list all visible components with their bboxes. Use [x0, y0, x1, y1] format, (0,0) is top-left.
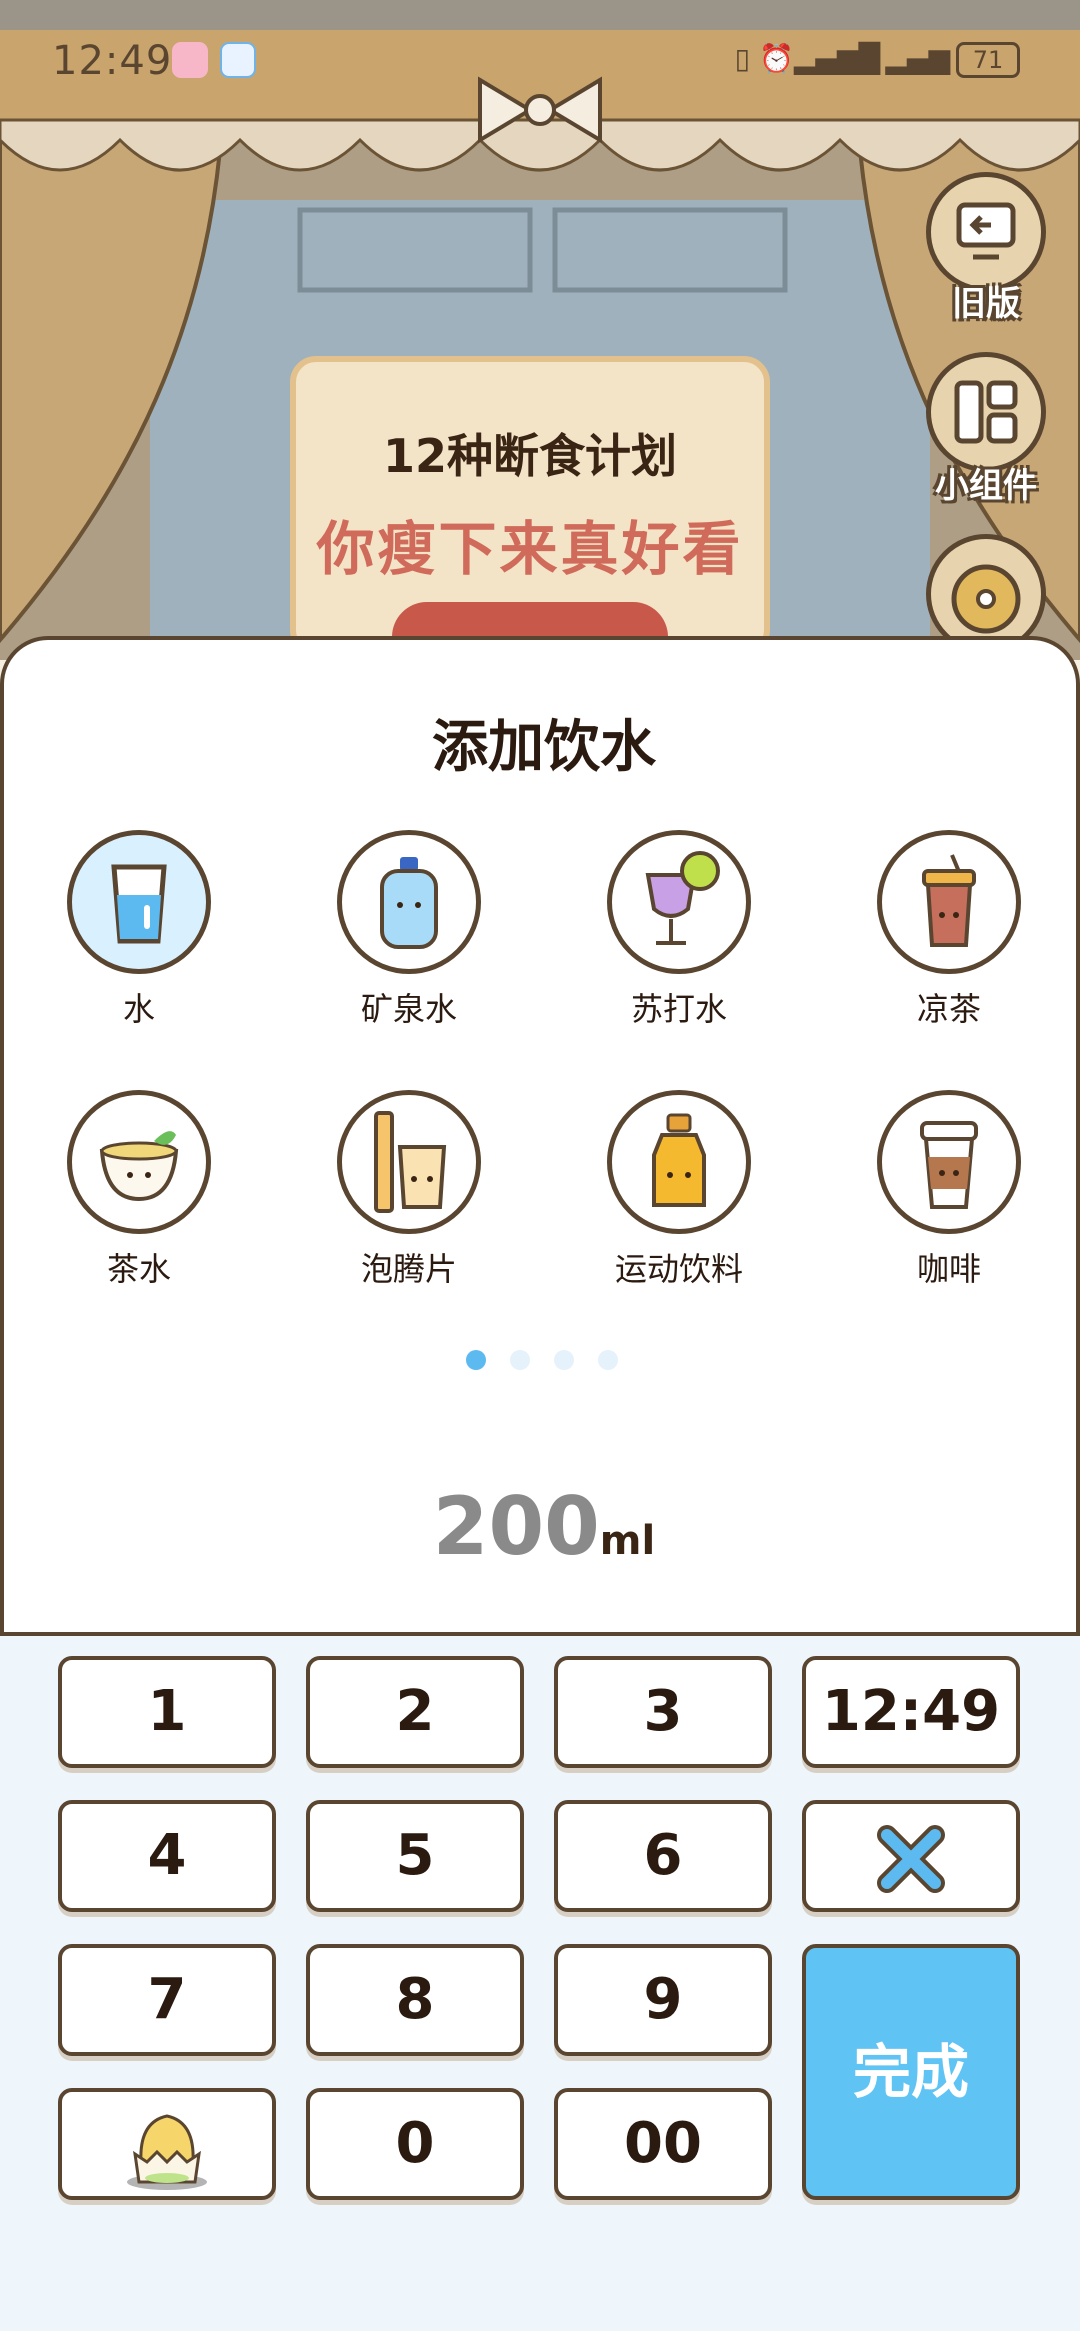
status-time: 12:49: [52, 38, 173, 84]
drink-herbal-tea[interactable]: 凉茶: [839, 830, 1059, 1030]
sheet-title: 添加饮水: [432, 715, 656, 780]
drink-label: 凉茶: [916, 990, 981, 1028]
drink-effervescent[interactable]: 泡腾片: [299, 1090, 519, 1290]
key-2[interactable]: 2: [306, 1656, 524, 1768]
status-bar: 12:49 ▯ ⏰ ▂▄▆█ ▂▄▆ 71: [0, 30, 1080, 90]
coffee-cup-icon: [920, 1121, 978, 1209]
widget-grid-icon: [954, 380, 1018, 444]
add-water-sheet: 添加饮水 水 矿泉水 苏打水 凉茶 茶水 泡腾片 运动饮料 咖啡 200ml: [0, 636, 1080, 1636]
key-6[interactable]: 6: [554, 1800, 772, 1912]
drink-label: 泡腾片: [360, 1250, 457, 1288]
key-3[interactable]: 3: [554, 1656, 772, 1768]
drink-label: 苏打水: [630, 990, 727, 1028]
drink-label: 水: [122, 990, 155, 1028]
done-button[interactable]: 完成: [802, 1944, 1020, 2200]
drink-coffee[interactable]: 咖啡: [839, 1090, 1059, 1290]
signal-2-icon: ▂▄▆: [885, 42, 950, 75]
drink-label: 茶水: [106, 1250, 171, 1288]
page-dot[interactable]: [510, 1350, 530, 1370]
chat-app-icon: [220, 42, 256, 78]
monitor-back-icon: [956, 202, 1016, 260]
drink-label: 矿泉水: [360, 990, 457, 1028]
page-dot[interactable]: [554, 1350, 574, 1370]
herbal-tea-cup-icon: [922, 854, 976, 947]
drink-label: 运动饮料: [614, 1250, 743, 1288]
wheel-icon: [951, 564, 1021, 634]
drink-mineral-water[interactable]: 矿泉水: [299, 830, 519, 1030]
number-keypad: 1 2 3 12:49 4 5 6 7 8 9 完成 0 00: [0, 1636, 1080, 2331]
page-dot-active[interactable]: [466, 1350, 486, 1370]
drink-label: 咖啡: [916, 1250, 981, 1288]
battery-icon: 71: [956, 42, 1020, 78]
tea-bowl-icon: [99, 1131, 179, 1202]
time-key[interactable]: 12:49: [802, 1656, 1020, 1768]
drink-water[interactable]: 水: [29, 830, 249, 1030]
water-glass-icon: [111, 864, 167, 944]
banner-title: 12种断食计划: [382, 429, 677, 483]
key-1[interactable]: 1: [58, 1656, 276, 1768]
drink-sports[interactable]: 运动饮料: [569, 1090, 789, 1290]
nfc-icon: ▯: [734, 42, 750, 75]
old-version-label: 旧版: [952, 284, 1020, 324]
key-00[interactable]: 00: [554, 2088, 772, 2200]
fasting-plan-banner[interactable]: 12种断食计划 你瘦下来真好看: [290, 356, 770, 672]
effervescent-tablet-icon: [374, 1111, 447, 1213]
amount-value: 200: [432, 1480, 600, 1573]
banner-slogan: 你瘦下来真好看: [316, 515, 744, 583]
page-indicator: [466, 1350, 642, 1372]
alarm-icon: ⏰: [759, 42, 794, 75]
flower-app-icon: [172, 42, 208, 78]
key-4[interactable]: 4: [58, 1800, 276, 1912]
amount-unit: ml: [599, 1518, 656, 1564]
page-dot[interactable]: [598, 1350, 618, 1370]
drink-tea[interactable]: 茶水: [29, 1090, 249, 1290]
mineral-water-bottle-icon: [380, 857, 438, 949]
widget-label: 小组件: [935, 466, 1037, 506]
sports-drink-icon: [652, 1113, 706, 1207]
signal-icon: ▂▄▆█: [793, 42, 880, 75]
soda-glass-icon: [645, 851, 720, 945]
mascot-key[interactable]: [58, 2088, 276, 2200]
key-7[interactable]: 7: [58, 1944, 276, 2056]
key-9[interactable]: 9: [554, 1944, 772, 2056]
old-version-button[interactable]: [926, 172, 1046, 292]
key-0[interactable]: 0: [306, 2088, 524, 2200]
delete-key[interactable]: [802, 1800, 1020, 1912]
egg-mascot-icon: [127, 2114, 207, 2190]
delete-x-icon: [877, 1824, 945, 1893]
drink-soda-water[interactable]: 苏打水: [569, 830, 789, 1030]
widget-button[interactable]: [926, 352, 1046, 472]
key-5[interactable]: 5: [306, 1800, 524, 1912]
amount-display: 200ml: [4, 1480, 1080, 1573]
key-8[interactable]: 8: [306, 1944, 524, 2056]
